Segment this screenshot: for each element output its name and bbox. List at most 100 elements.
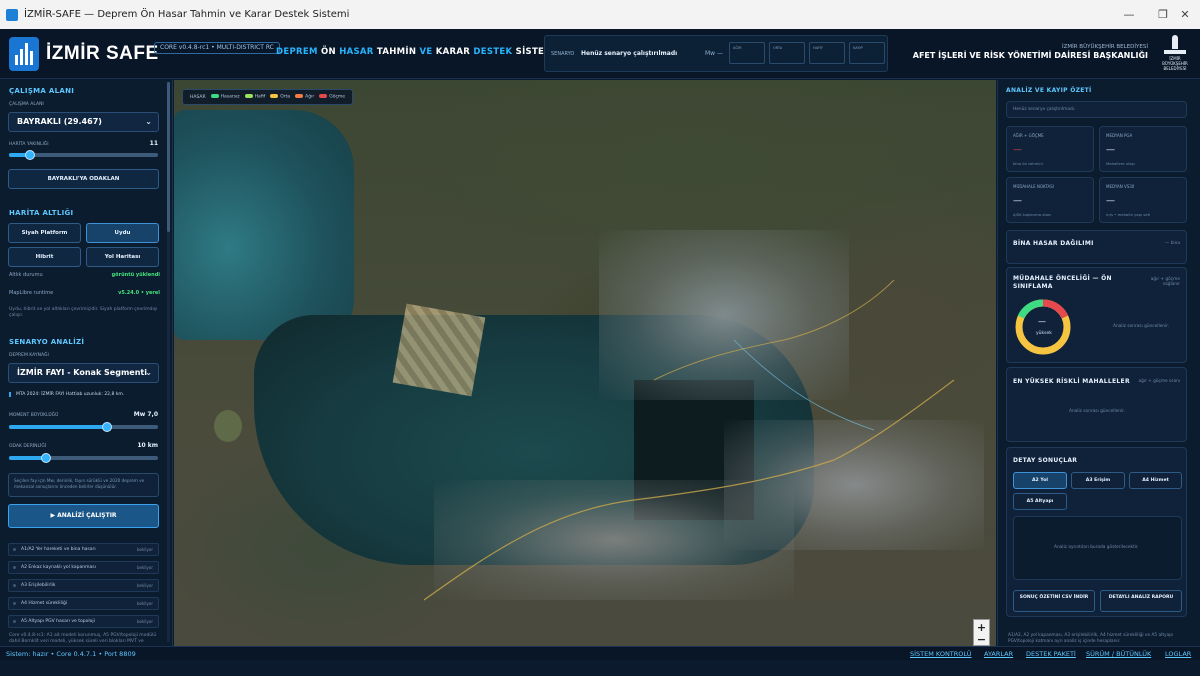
- basemap-hybrid-button[interactable]: Hibrit: [8, 247, 81, 267]
- priority-donut-chart: [1015, 299, 1071, 355]
- legend-item: Hafif: [244, 94, 265, 100]
- run-analysis-button[interactable]: ▶ ANALİZİ ÇALIŞTIR: [8, 504, 159, 528]
- left-sidebar: ÇALIŞMA ALANI ÇALIŞMA ALANI BAYRAKLI (29…: [0, 80, 173, 646]
- damage-distribution-card: BİNA HASAR DAĞILIMI — bina: [1006, 230, 1187, 264]
- summary-title: ANALİZ VE KAYIP ÖZETİ: [1006, 87, 1092, 94]
- scenario-label: SENARYO: [551, 51, 575, 57]
- app-logo-icon: [9, 37, 39, 71]
- depth-slider[interactable]: [9, 453, 158, 463]
- study-area-title: ÇALIŞMA ALANI: [9, 87, 75, 95]
- tab-access[interactable]: A3 Erişim: [1071, 472, 1125, 489]
- tab-road[interactable]: A2 Yol: [1013, 472, 1067, 489]
- basemap-dark-button[interactable]: Siyah Platform: [8, 223, 81, 243]
- metric-heavy: AĞIR: [729, 42, 765, 64]
- tab-infrastructure[interactable]: A5 Altyapı: [1013, 493, 1067, 510]
- legend-item: Ağır: [295, 94, 314, 100]
- chevron-down-icon: ⌄: [145, 368, 152, 377]
- district-select[interactable]: BAYRAKLI (29.467) ⌄: [8, 112, 159, 132]
- priority-card: MÜDAHALE ÖNCELİĞİ — ÖN SINIFLAMA ağır + …: [1006, 267, 1187, 363]
- step-item: A4 Hizmet sürekliliği bekliyor: [8, 597, 159, 610]
- municipality-logo-icon: İZMİR BÜYÜKŞEHİR BELEDİYESİ: [1158, 33, 1192, 75]
- details-card: DETAY SONUÇLAR A2 Yol A3 Erişim A4 Hizme…: [1006, 447, 1187, 617]
- chevron-down-icon: ⌄: [145, 117, 152, 126]
- donut-label: yüksek: [1036, 331, 1052, 336]
- focus-district-button[interactable]: BAYRAKLI'YA ODAKLAN: [8, 169, 159, 189]
- metric-card: MÜDAHALE NOKTASI — A/SK toplanma alanı: [1006, 177, 1094, 223]
- right-panel: ANALİZ VE KAYIP ÖZETİ Henüz senaryo çalı…: [997, 80, 1200, 646]
- summary-status: Henüz senaryo çalıştırılmadı.: [1006, 101, 1187, 118]
- header-title: DEPREM ÖN HASAR TAHMİN VE KARAR DESTEK S…: [276, 47, 557, 57]
- version-integrity-link[interactable]: SÜRÜM / BÜTÜNLÜK: [1086, 650, 1151, 658]
- scenario-title: SENARYO ANALİZİ: [9, 338, 85, 346]
- step-item: A5 Altyapı PGV hasarı ve topoloji bekliyo…: [8, 615, 159, 628]
- scenario-note: Seçilen fay için Mw, derinlik, fayın sür…: [8, 473, 159, 497]
- zoom-slider[interactable]: [9, 150, 158, 160]
- depth-label: ODAK DERİNLİĞİ: [9, 444, 47, 449]
- top-risk-card: EN YÜKSEK RİSKLİ MAHALLELER ağır + göçme…: [1006, 367, 1187, 442]
- metric-card: MEDYAN VS30— m/s • mahalle yapı seti: [1099, 177, 1187, 223]
- legend-item: Orta: [270, 94, 290, 100]
- app-icon: [6, 8, 18, 21]
- map-canvas[interactable]: HASAR Hasarsız Hafif Orta Ağır Göçme + −: [174, 80, 996, 646]
- metric-card: MEDYAN PGA — Mahallere ulaşı: [1099, 126, 1187, 172]
- detailed-report-button[interactable]: DETAYLI ANALİZ RAPORU: [1100, 590, 1182, 612]
- metric-card: AĞIR + GÖÇME — bina ön tahmini: [1006, 126, 1094, 172]
- basemap-note: Uydu, hibrit ve yol altlıkları çevrimiçi…: [9, 307, 158, 318]
- app-header: İZMİR SAFE CORE v0.4.8-rc1 • MULTI-DISTR…: [0, 29, 1200, 79]
- map-roads: [423, 279, 955, 601]
- scenario-value: Henüz senaryo çalıştırılmadı: [581, 50, 678, 57]
- step-item: A2 Enkaz kaynaklı yol kapanması bekliyor: [8, 561, 159, 574]
- moment-label: MOMENT BÜYÜKLÜĞÜ: [9, 413, 59, 418]
- basemap-status-row: Altlık durumu görüntü yüklendi: [9, 272, 160, 278]
- window-title: İZMİR-SAFE — Deprem Ön Hasar Tahmin ve K…: [24, 9, 350, 20]
- magnitude-readout: Mw —: [705, 50, 723, 57]
- legend-item: Göçme: [319, 94, 345, 100]
- scenario-status-box: SENARYO Henüz senaryo çalıştırılmadı Mw …: [544, 35, 888, 72]
- donut-value: —: [1038, 317, 1046, 326]
- basemap-satellite-button[interactable]: Uydu: [86, 223, 159, 243]
- zoom-label: HARİTA YAKINLIĞI: [9, 142, 49, 147]
- basemap-road-button[interactable]: Yol Haritası: [86, 247, 159, 267]
- brand-name: İZMİR SAFE: [46, 43, 159, 64]
- organization-block: İZMİR BÜYÜKŞEHİR BELEDİYESİ AFET İŞLERİ …: [912, 44, 1148, 60]
- app-window: İZMİR-SAFE — Deprem Ön Hasar Tahmin ve K…: [0, 0, 1200, 676]
- metric-light: HAFİF: [809, 42, 845, 64]
- source-label: DEPREM KAYNAĞI: [9, 353, 49, 358]
- moment-value: Mw 7,0: [133, 411, 158, 418]
- sidebar-scrollbar[interactable]: [167, 82, 170, 642]
- basemap-title: HARİTA ALTLIĞI: [9, 209, 74, 217]
- minimize-icon[interactable]: —: [1112, 0, 1146, 29]
- earthquake-source-select[interactable]: İZMİR FAYI - Konak Segmenti ⌄: [8, 363, 159, 383]
- settings-link[interactable]: AYARLAR: [984, 650, 1013, 658]
- core-version-badge: CORE v0.4.8-rc1 • MULTI-DISTRICT RC: [154, 42, 280, 54]
- damage-legend: HASAR Hasarsız Hafif Orta Ağır Göçme: [182, 89, 354, 105]
- tab-service[interactable]: A4 Hizmet: [1129, 472, 1182, 489]
- study-area-label: ÇALIŞMA ALANI: [9, 102, 44, 107]
- zoom-out-button[interactable]: −: [973, 634, 990, 646]
- depth-slider-handle[interactable]: [41, 453, 52, 463]
- status-bar: Sistem: hazır • Core 0.4.7.1 • Port 8809…: [0, 646, 1200, 660]
- zoom-value: 11: [149, 140, 158, 147]
- step-item: A3 Erişilebilirlik bekliyor: [8, 579, 159, 592]
- logs-link[interactable]: LOGLAR: [1165, 650, 1191, 658]
- close-icon[interactable]: ✕: [1168, 0, 1200, 29]
- metric-medium: ORTA: [769, 42, 805, 64]
- step-item: A1/A2 Yer hareketi ve bina hasarı bekliyo…: [8, 543, 159, 556]
- zoom-slider-handle[interactable]: [24, 150, 35, 160]
- export-csv-button[interactable]: SONUÇ ÖZETİNİ CSV İNDİR: [1013, 590, 1095, 612]
- right-footer-note: A1/A2, A2 yol kapanması, A3 erişilebilir…: [1008, 633, 1174, 644]
- moment-slider-handle[interactable]: [102, 422, 113, 432]
- depth-value: 10 km: [137, 442, 158, 449]
- system-status: Sistem: hazır • Core 0.4.7.1 • Port 8809: [6, 650, 136, 658]
- legend-title: HASAR: [190, 94, 206, 100]
- title-bar: İZMİR-SAFE — Deprem Ön Hasar Tahmin ve K…: [0, 0, 1200, 29]
- details-empty-panel: Analiz ayrıntıları burada gösterilecekti…: [1013, 516, 1182, 580]
- source-info: MTA 2024: İZMİR FAYI Hattiab uzunluk: 22…: [9, 392, 159, 397]
- system-check-link[interactable]: SİSTEM KONTROLÜ: [910, 650, 971, 658]
- legend-item: Hasarsız: [210, 94, 240, 100]
- metric-loss: KAYIP: [849, 42, 885, 64]
- core-footer-note: Core v0.4.8-rc1: A1 ait modeli korunmuş,…: [9, 633, 157, 644]
- runtime-status-row: MapLibre runtime v5.24.0 • yerel: [9, 290, 160, 296]
- moment-slider[interactable]: [9, 422, 158, 432]
- support-package-link[interactable]: DESTEK PAKETİ: [1026, 650, 1076, 658]
